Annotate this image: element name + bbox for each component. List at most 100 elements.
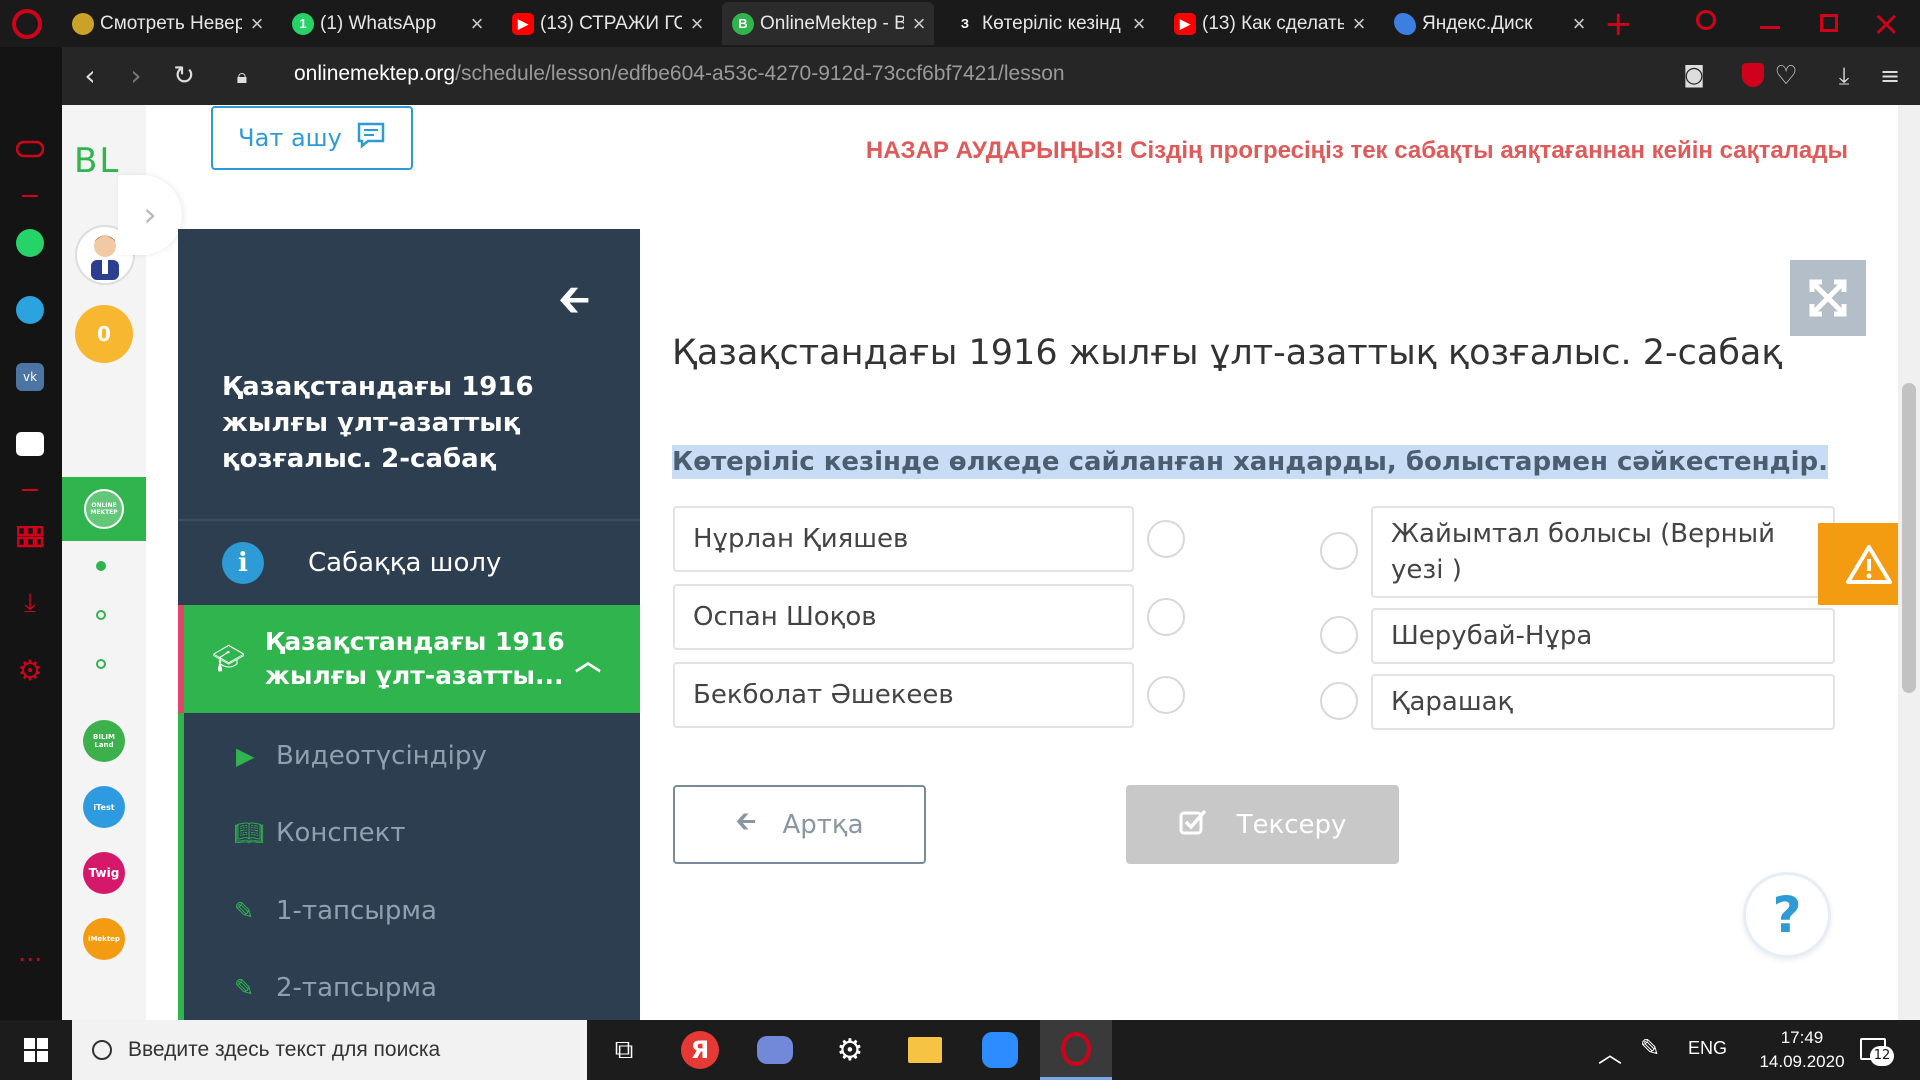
download-icon[interactable]: ⤓ bbox=[14, 587, 46, 619]
left-answer-3[interactable]: Бекболат Әшекеев bbox=[673, 662, 1134, 728]
chat-button[interactable]: Чат ашу bbox=[211, 106, 413, 170]
submenu-item-task-2[interactable]: ✎ 2-тапсырма bbox=[178, 949, 640, 1020]
task-view-icon[interactable]: ⧉ bbox=[588, 1020, 660, 1080]
restore-button[interactable] bbox=[1820, 14, 1838, 32]
new-tab-button[interactable]: + bbox=[1604, 4, 1633, 44]
rail-dot[interactable] bbox=[96, 659, 106, 669]
opera-logo-icon[interactable] bbox=[12, 9, 42, 39]
chat-bubble-icon bbox=[356, 121, 386, 155]
question-mark-icon: ? bbox=[1772, 886, 1802, 944]
settings-gear-icon[interactable]: ⚙ bbox=[14, 654, 46, 687]
more-dots-icon[interactable]: ⋯ bbox=[14, 943, 46, 975]
forward-icon[interactable]: › bbox=[118, 61, 154, 91]
back-button[interactable]: 🡰 Артқа bbox=[673, 785, 926, 864]
lock-icon: 🔒︎ bbox=[236, 64, 248, 88]
help-button[interactable]: ? bbox=[1743, 872, 1831, 958]
youtube-icon: ▶ bbox=[1174, 12, 1196, 35]
lesson-title: Қазақстандағы 1916 жылғы ұлт-азаттық қоз… bbox=[672, 333, 1783, 373]
itest-icon[interactable]: iTest bbox=[83, 786, 125, 828]
camera-icon[interactable]: ◙ bbox=[1676, 61, 1712, 91]
right-answer-1[interactable]: Жайымтал болысы (Верный уезі ) bbox=[1371, 506, 1835, 598]
discord-icon[interactable] bbox=[739, 1020, 811, 1080]
onlinemektep-rail-item[interactable]: ONLINE MEKTEP bbox=[62, 477, 146, 541]
left-answer-2[interactable]: Оспан Шоқов bbox=[673, 584, 1134, 650]
close-window-button[interactable]: × bbox=[1872, 4, 1901, 44]
scrollbar-thumb[interactable] bbox=[1902, 383, 1916, 693]
download-icon[interactable]: ⤓ bbox=[1826, 61, 1862, 91]
close-icon[interactable]: × bbox=[682, 11, 712, 37]
rail-dot[interactable] bbox=[96, 610, 106, 620]
close-icon[interactable]: × bbox=[1564, 11, 1594, 37]
graduation-cap-icon: 🎓︎ bbox=[212, 644, 246, 674]
tray-chevron-up-icon[interactable]: ︿ bbox=[1598, 1034, 1622, 1069]
submenu-item-summary[interactable]: 📖︎ Конспект bbox=[178, 794, 640, 871]
fullscreen-button[interactable] bbox=[1790, 260, 1866, 336]
submenu-item-task-1[interactable]: ✎ 1-тапсырма bbox=[178, 872, 640, 949]
left-answer-1[interactable]: Нұрлан Қияшев bbox=[673, 506, 1134, 572]
right-connector-2[interactable] bbox=[1320, 616, 1358, 654]
close-icon[interactable]: × bbox=[1124, 11, 1154, 37]
book-icon: 📖︎ bbox=[234, 818, 265, 847]
left-connector-2[interactable] bbox=[1147, 598, 1185, 636]
panel-title: Қазақстандағы 1916 жылғы ұлт-азаттық қоз… bbox=[222, 372, 534, 474]
adblock-shield-icon[interactable] bbox=[1742, 63, 1764, 87]
rail-expand-toggle[interactable]: › bbox=[118, 175, 182, 255]
reload-icon[interactable]: ↻ bbox=[166, 61, 202, 91]
settings-gear-icon[interactable]: ⚙ bbox=[814, 1020, 886, 1080]
arrow-left-icon: 🡰 bbox=[735, 806, 757, 837]
browser-tab[interactable]: З Көтеріліс кезінд × bbox=[944, 2, 1154, 45]
left-connector-1[interactable] bbox=[1147, 520, 1185, 558]
chevron-up-icon[interactable]: ︿ bbox=[575, 641, 601, 678]
right-connector-3[interactable] bbox=[1320, 682, 1358, 720]
right-connector-1[interactable] bbox=[1320, 532, 1358, 570]
site-logo[interactable]: BL bbox=[74, 141, 120, 181]
right-answer-2[interactable]: Шерубай-Нұра bbox=[1371, 608, 1835, 664]
file-explorer-icon[interactable] bbox=[889, 1020, 961, 1080]
menu-item-overview[interactable]: i Сабаққа шолу bbox=[178, 519, 640, 605]
browser-tab[interactable]: 1 (1) WhatsApp × bbox=[282, 2, 492, 45]
language-indicator[interactable]: ENG bbox=[1688, 1038, 1727, 1059]
windows-start-icon[interactable] bbox=[0, 1020, 72, 1080]
imektep-icon[interactable]: iMektep bbox=[83, 918, 125, 960]
taskbar-search[interactable]: Введите здесь текст для поиска bbox=[72, 1020, 587, 1080]
close-icon[interactable]: × bbox=[462, 11, 492, 37]
address-bar: ‹ › ↻ 🔒︎ onlinemektep.org/schedule/lesso… bbox=[62, 47, 1920, 105]
whatsapp-icon[interactable] bbox=[14, 227, 46, 259]
easy-setup-icon[interactable]: ≡ bbox=[1872, 61, 1908, 91]
messenger-icon[interactable] bbox=[14, 428, 46, 460]
telegram-icon[interactable] bbox=[14, 294, 46, 326]
right-answer-3[interactable]: Қарашақ bbox=[1371, 674, 1835, 730]
clock[interactable]: 17:49 14.09.2020 bbox=[1752, 1026, 1852, 1074]
minimize-button[interactable] bbox=[1760, 26, 1780, 29]
notifications-button[interactable]: 12 bbox=[1856, 1032, 1896, 1068]
gamepad-icon[interactable] bbox=[14, 133, 46, 165]
opera-taskbar-icon[interactable] bbox=[1040, 1020, 1112, 1080]
menu-item-active-lesson[interactable]: 🎓︎ Қазақстандағы 1916 жылғы ұлт-азатты..… bbox=[178, 605, 640, 713]
rail-dot-active[interactable] bbox=[96, 561, 106, 571]
browser-tab-active[interactable]: B OnlineMektep - В × bbox=[722, 2, 934, 45]
vk-icon[interactable]: vk bbox=[14, 361, 46, 393]
heart-icon[interactable]: ♡ bbox=[1768, 61, 1804, 91]
url-field[interactable]: onlinemektep.org/schedule/lesson/edfbe60… bbox=[294, 62, 1065, 86]
edit-icon: ✎ bbox=[234, 973, 255, 1002]
pen-tray-icon[interactable]: ✎ bbox=[1640, 1034, 1660, 1062]
close-icon[interactable]: × bbox=[904, 11, 934, 37]
panel-back-arrow-icon[interactable]: 🡰 bbox=[558, 271, 590, 339]
check-button[interactable]: Тексеру bbox=[1126, 785, 1399, 864]
browser-tab[interactable]: ▶ (13) СТРАЖИ ГО × bbox=[502, 2, 712, 45]
close-icon[interactable]: × bbox=[242, 11, 272, 37]
browser-tab[interactable]: Смотреть Невер × bbox=[62, 2, 272, 45]
page-scrollbar[interactable] bbox=[1898, 105, 1920, 1020]
tab-search-icon[interactable] bbox=[1696, 10, 1716, 30]
submenu-item-video[interactable]: ▶ Видеотүсіндіру bbox=[178, 717, 640, 794]
apps-grid-icon[interactable] bbox=[14, 521, 46, 553]
close-icon[interactable]: × bbox=[1344, 11, 1374, 37]
left-connector-3[interactable] bbox=[1147, 676, 1185, 714]
zoom-icon[interactable] bbox=[964, 1020, 1036, 1080]
twig-icon[interactable]: Twig bbox=[83, 852, 125, 894]
browser-tab[interactable]: ▶ (13) Как сделать × bbox=[1164, 2, 1374, 45]
bilimland-icon[interactable]: BILIM Land bbox=[83, 720, 125, 762]
yandex-browser-icon[interactable]: Я bbox=[664, 1020, 736, 1080]
back-icon[interactable]: ‹ bbox=[72, 61, 108, 91]
browser-tab[interactable]: Яндекс.Диск × bbox=[1384, 2, 1594, 45]
